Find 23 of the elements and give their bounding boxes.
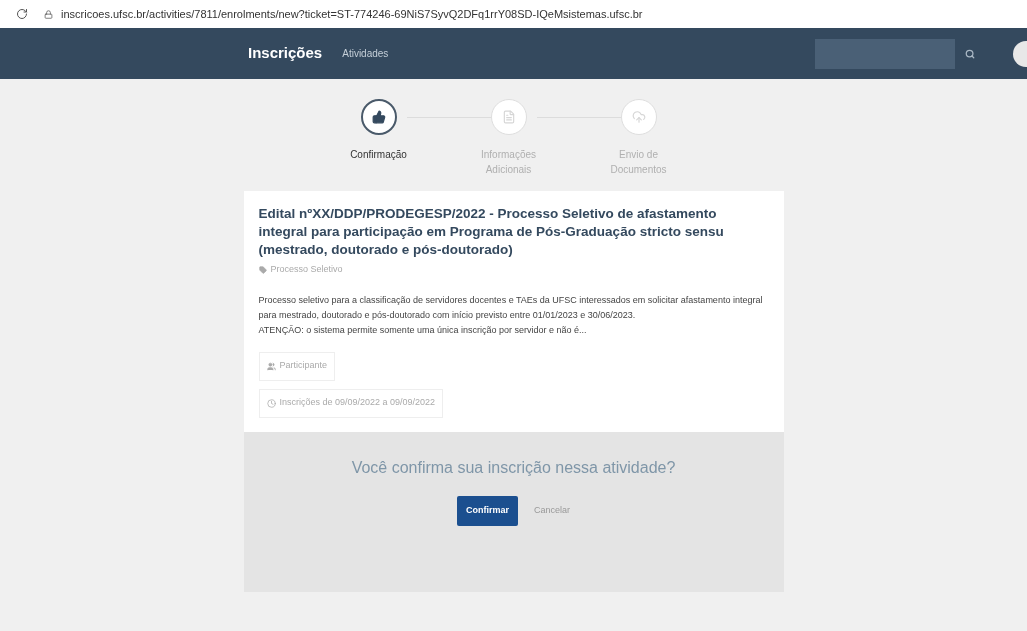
cloud-upload-icon xyxy=(631,110,646,124)
step-label: Informações Adicionais xyxy=(480,148,537,177)
description-text: ATENÇÃO: o sistema permite somente uma única inscrição por servidor e não é... xyxy=(258,323,588,337)
description-text: Processo seletivo para a classificação de servidores docentes e TAEs da UFSC interessados em solicitar afastamento integral para mestrado, doutorado e pós-doutorado com início previsto entre 01/01/2023 e 30/06/2023. xyxy=(258,293,764,322)
thumbs-up-icon xyxy=(371,110,386,124)
search-icon xyxy=(965,48,975,59)
step-label: Confirmação xyxy=(349,148,408,162)
confirm-button[interactable]: Confirmar xyxy=(456,495,518,526)
document-icon xyxy=(501,110,516,124)
role-label: Participante xyxy=(279,359,328,373)
step-label: Envio de Documentos xyxy=(609,148,668,177)
category-label: Processo Seletivo xyxy=(270,263,343,276)
nav-link[interactable]: Atividades xyxy=(342,46,389,61)
period-label: Inscrições de 09/09/2022 a 09/09/2022 xyxy=(279,396,436,410)
tag-icon xyxy=(258,265,267,274)
clock-icon xyxy=(266,398,276,408)
people-icon xyxy=(266,361,276,371)
search-field[interactable] xyxy=(815,38,955,69)
confirmation-question: Você confirma sua inscrição nessa atividade? xyxy=(351,457,676,478)
lock-icon xyxy=(44,9,53,19)
brand-title[interactable]: Inscrições xyxy=(248,42,323,65)
reload-icon[interactable] xyxy=(16,8,28,20)
activity-title: Edital nºXX/DDP/PRODEGESP/2022 - Processo Seletivo de afastamento integral para participação em Programa de Pós-Graduação stricto sensu (mestrado, doutorado e pós-doutorado) xyxy=(258,205,725,259)
